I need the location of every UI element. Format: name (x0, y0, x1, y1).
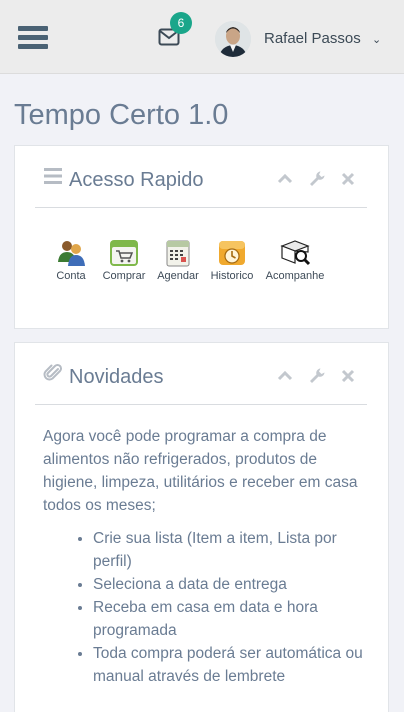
list-item: Toda compra poderá ser automática ou man… (93, 642, 363, 688)
quick-item-label: Historico (210, 270, 254, 282)
quick-item-label: Comprar (102, 270, 146, 282)
panel-header: Novidades (35, 343, 367, 405)
top-navbar: 6 Rafael Passos ⌄ (0, 0, 404, 74)
calendar-icon (162, 238, 194, 268)
user-name[interactable]: Rafael Passos (264, 30, 361, 47)
notification-badge: 6 (170, 12, 192, 34)
close-icon[interactable] (339, 170, 357, 188)
panel-title: Acesso Rapido (69, 169, 204, 191)
news-body: Agora você pode programar a compra de al… (43, 425, 363, 688)
collapse-icon[interactable] (276, 170, 294, 188)
quick-item-comprar[interactable]: Comprar (102, 238, 146, 282)
list-item: Crie sua lista (Item a item, Lista por p… (93, 527, 363, 573)
quick-item-agendar[interactable]: Agendar (157, 238, 199, 282)
quick-item-acompanhe[interactable]: Acompanhe (265, 238, 325, 282)
panel-header: Acesso Rapido (35, 146, 367, 208)
cart-icon (108, 238, 140, 268)
wrench-icon[interactable] (308, 367, 326, 385)
list-item: Seleciona a data de entrega (93, 573, 363, 596)
users-icon (55, 238, 87, 268)
quick-item-label: Agendar (157, 270, 199, 282)
paperclip-icon (43, 363, 63, 383)
quick-item-label: Acompanhe (265, 270, 325, 282)
close-icon[interactable] (339, 367, 357, 385)
panel-tools (267, 170, 357, 188)
panel-tools (267, 367, 357, 385)
news-intro: Agora você pode programar a compra de al… (43, 428, 358, 514)
panel-title: Novidades (69, 366, 164, 388)
list-item: Receba em casa em data e hora programada (93, 596, 363, 642)
news-list: Crie sua lista (Item a item, Lista por p… (43, 527, 363, 688)
chevron-down-icon[interactable]: ⌄ (372, 33, 381, 46)
news-panel: Novidades Agora você pode programar a co… (14, 342, 389, 712)
collapse-icon[interactable] (276, 367, 294, 385)
track-icon (279, 238, 311, 268)
quick-item-historico[interactable]: Historico (210, 238, 254, 282)
wrench-icon[interactable] (308, 170, 326, 188)
history-icon (216, 238, 248, 268)
quick-item-label: Conta (56, 270, 86, 282)
list-icon (43, 166, 63, 186)
quick-access-panel: Acesso Rapido Conta Comprar Agendar Hist… (14, 145, 389, 329)
avatar[interactable] (215, 21, 251, 57)
quick-item-conta[interactable]: Conta (51, 238, 91, 282)
page-title: Tempo Certo 1.0 (14, 99, 229, 131)
menu-toggle-icon[interactable] (18, 26, 48, 50)
main-content: Tempo Certo 1.0 Acesso Rapido Conta Comp… (0, 75, 404, 712)
